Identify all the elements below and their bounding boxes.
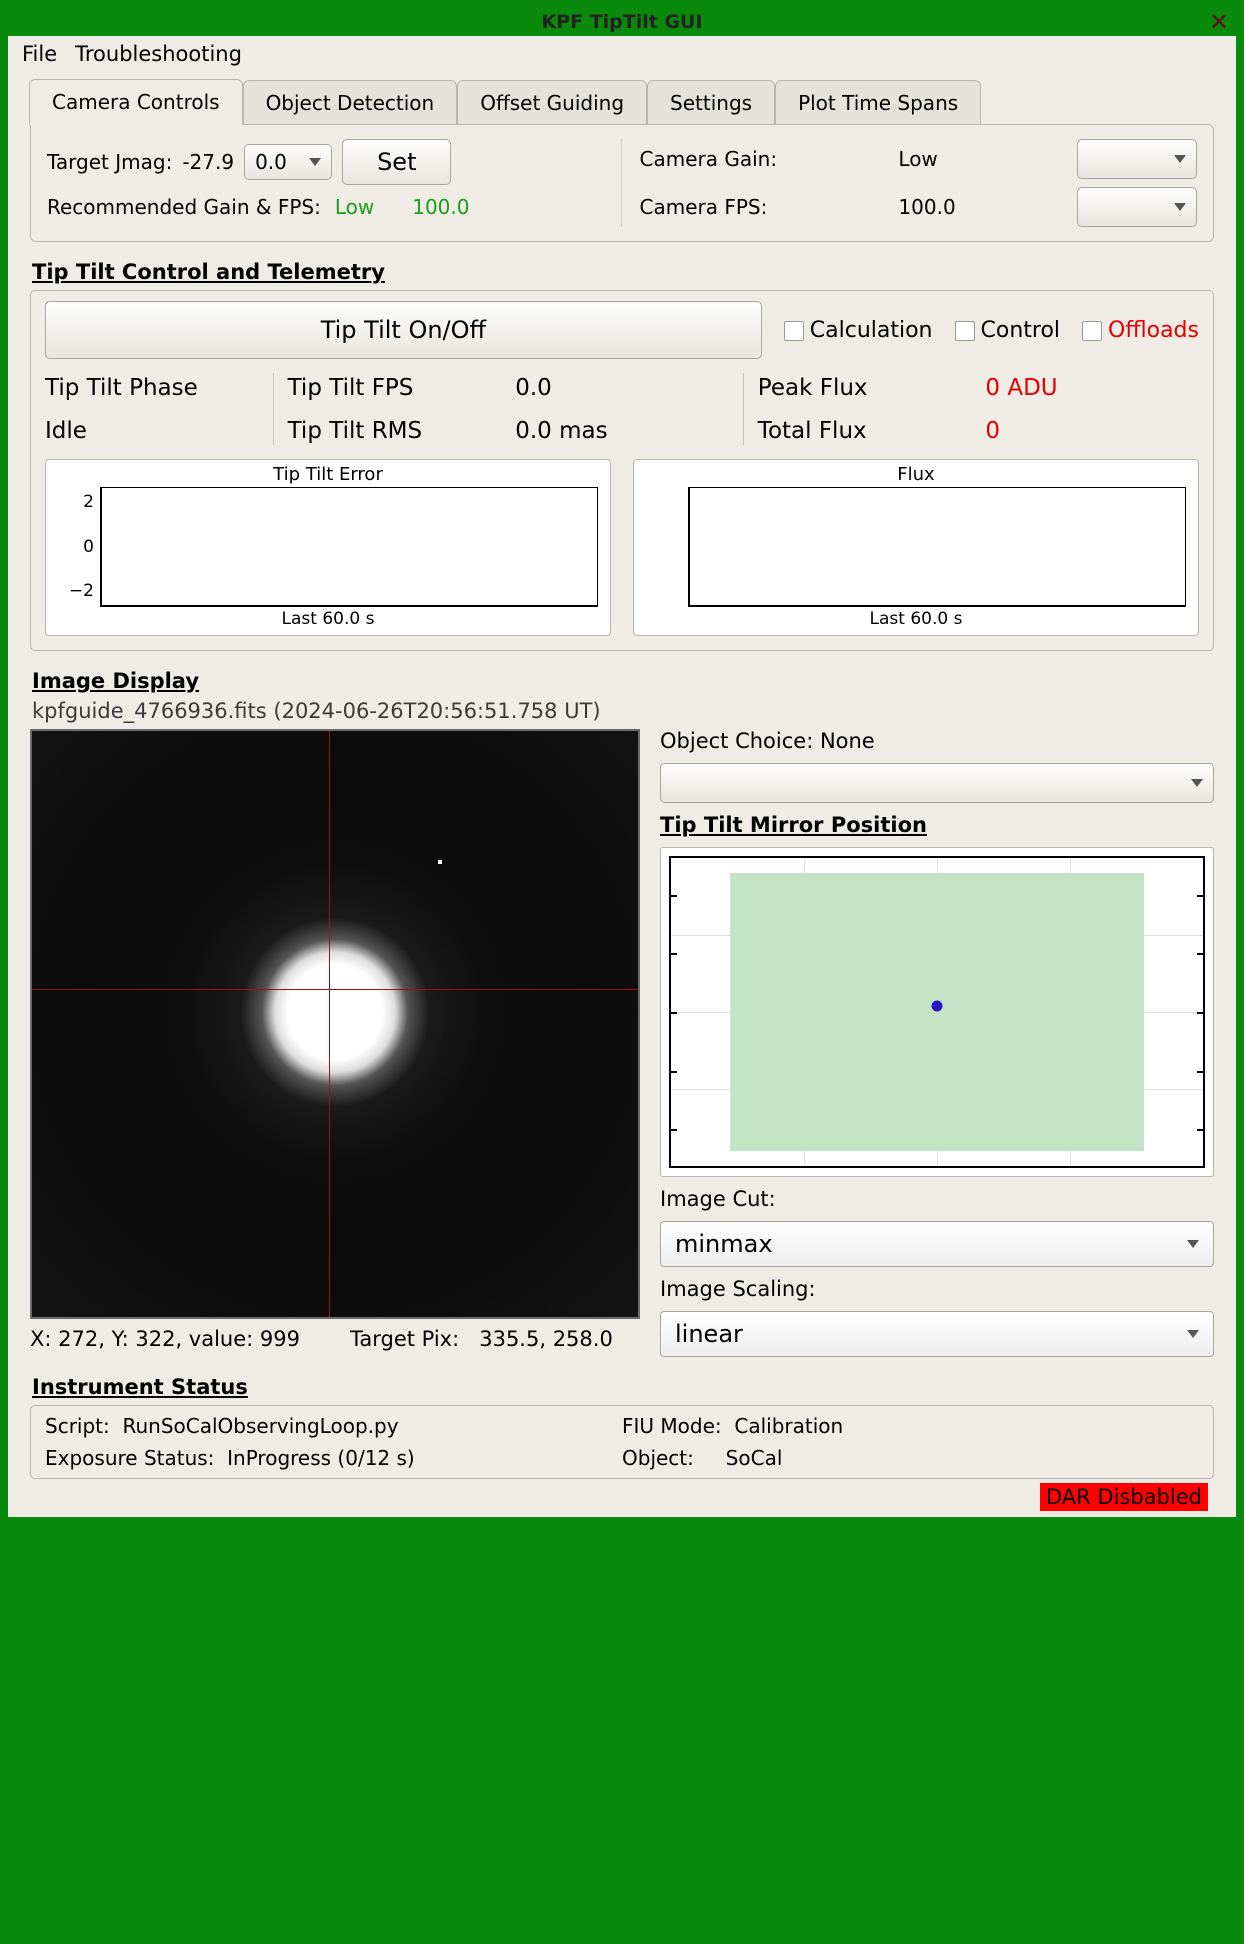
camera-fps-combo[interactable] bbox=[1077, 187, 1197, 227]
object-value: SoCal bbox=[726, 1446, 783, 1470]
divider bbox=[743, 373, 744, 445]
object-choice-combo[interactable] bbox=[660, 763, 1214, 803]
jmag-combo-value: 0.0 bbox=[255, 150, 287, 174]
tab-settings[interactable]: Settings bbox=[647, 80, 775, 125]
window-title: KPF TipTilt GUI bbox=[541, 11, 702, 33]
guide-image[interactable] bbox=[30, 729, 640, 1319]
tiptilt-rms-label: Tip Tilt RMS bbox=[288, 418, 502, 444]
crosshair-horizontal bbox=[32, 989, 638, 990]
camera-gain-label: Camera Gain: bbox=[640, 147, 887, 171]
tiptilt-fps-label: Tip Tilt FPS bbox=[288, 375, 502, 401]
control-checkbox[interactable]: Control bbox=[955, 318, 1061, 343]
instrument-status-title: Instrument Status bbox=[32, 1375, 1214, 1399]
jmag-combo[interactable]: 0.0 bbox=[244, 144, 332, 180]
mirror-position-plot bbox=[660, 847, 1214, 1177]
object-choice-label: Object Choice: None bbox=[660, 729, 1214, 753]
chevron-down-icon bbox=[1187, 1330, 1199, 1338]
tab-camera-controls[interactable]: Camera Controls bbox=[29, 79, 243, 125]
camera-fps-value: 100.0 bbox=[898, 195, 1065, 219]
chevron-down-icon bbox=[1174, 203, 1186, 211]
menu-file[interactable]: File bbox=[22, 42, 57, 66]
image-cut-label: Image Cut: bbox=[660, 1187, 1214, 1211]
target-jmag-value: -27.9 bbox=[182, 150, 234, 174]
image-display-title: Image Display bbox=[32, 669, 1214, 693]
crosshair-vertical bbox=[329, 731, 330, 1317]
tiptilt-phase-value: Idle bbox=[45, 418, 259, 444]
peak-flux-value: 0 ADU bbox=[985, 375, 1199, 401]
set-button[interactable]: Set bbox=[342, 139, 451, 185]
tiptilt-rms-value: 0.0 mas bbox=[515, 418, 729, 444]
plot-title: Tip Tilt Error bbox=[46, 460, 610, 485]
recommended-gain: Low bbox=[335, 195, 374, 219]
image-cut-combo[interactable]: minmax bbox=[660, 1221, 1214, 1267]
camera-fps-label: Camera FPS: bbox=[640, 195, 887, 219]
tiptilt-fps-value: 0.0 bbox=[515, 375, 729, 401]
tab-object-detection[interactable]: Object Detection bbox=[243, 80, 458, 125]
script-label: Script: bbox=[45, 1414, 110, 1438]
camera-gain-value: Low bbox=[898, 147, 1065, 171]
camera-gain-combo[interactable] bbox=[1077, 139, 1197, 179]
target-pix-label: Target Pix: bbox=[350, 1327, 459, 1351]
exposure-status-label: Exposure Status: bbox=[45, 1446, 214, 1470]
tiptilt-error-plot: Tip Tilt Error 2 0 −2 Last 60.0 s bbox=[45, 459, 611, 636]
tiptilt-section-title: Tip Tilt Control and Telemetry bbox=[32, 260, 1214, 284]
chevron-down-icon bbox=[1174, 155, 1186, 163]
dar-status-badge: DAR Disbabled bbox=[1040, 1483, 1208, 1511]
target-pix-value: 335.5, 258.0 bbox=[479, 1327, 613, 1351]
chevron-down-icon bbox=[1191, 779, 1203, 787]
tiptilt-onoff-button[interactable]: Tip Tilt On/Off bbox=[45, 301, 762, 359]
fiu-mode-label: FIU Mode: bbox=[622, 1414, 722, 1438]
hot-pixel bbox=[438, 860, 442, 864]
offloads-checkbox[interactable]: Offloads bbox=[1082, 318, 1199, 343]
image-file-label: kpfguide_4766936.fits (2024-06-26T20:56:… bbox=[32, 699, 1214, 723]
divider bbox=[273, 373, 274, 445]
plot-title: Flux bbox=[634, 460, 1198, 485]
recommended-fps: 100.0 bbox=[412, 195, 469, 219]
mirror-position-title: Tip Tilt Mirror Position bbox=[660, 813, 1214, 837]
recommended-label: Recommended Gain & FPS: bbox=[47, 195, 321, 219]
tab-offset-guiding[interactable]: Offset Guiding bbox=[457, 80, 647, 125]
total-flux-label: Total Flux bbox=[758, 418, 972, 444]
cursor-readout: X: 272, Y: 322, value: 999 bbox=[30, 1327, 300, 1351]
image-scaling-label: Image Scaling: bbox=[660, 1277, 1214, 1301]
menu-troubleshooting[interactable]: Troubleshooting bbox=[75, 42, 242, 66]
script-value: RunSoCalObservingLoop.py bbox=[122, 1414, 398, 1438]
exposure-status-value: InProgress (0/12 s) bbox=[227, 1446, 415, 1470]
calculation-checkbox[interactable]: Calculation bbox=[784, 318, 933, 343]
tiptilt-phase-label: Tip Tilt Phase bbox=[45, 375, 259, 401]
titlebar: KPF TipTilt GUI ✕ bbox=[8, 8, 1236, 36]
fiu-mode-value: Calibration bbox=[734, 1414, 843, 1438]
flux-plot: Flux Last 60.0 s bbox=[633, 459, 1199, 636]
total-flux-value: 0 bbox=[985, 418, 1199, 444]
target-jmag-label: Target Jmag: bbox=[47, 150, 172, 174]
tab-plot-time-spans[interactable]: Plot Time Spans bbox=[775, 80, 981, 125]
object-label: Object: bbox=[622, 1446, 694, 1470]
chevron-down-icon bbox=[309, 158, 321, 166]
peak-flux-label: Peak Flux bbox=[758, 375, 972, 401]
chevron-down-icon bbox=[1187, 1240, 1199, 1248]
image-scaling-combo[interactable]: linear bbox=[660, 1311, 1214, 1357]
mirror-position-dot bbox=[931, 1001, 942, 1012]
close-icon[interactable]: ✕ bbox=[1206, 10, 1232, 34]
